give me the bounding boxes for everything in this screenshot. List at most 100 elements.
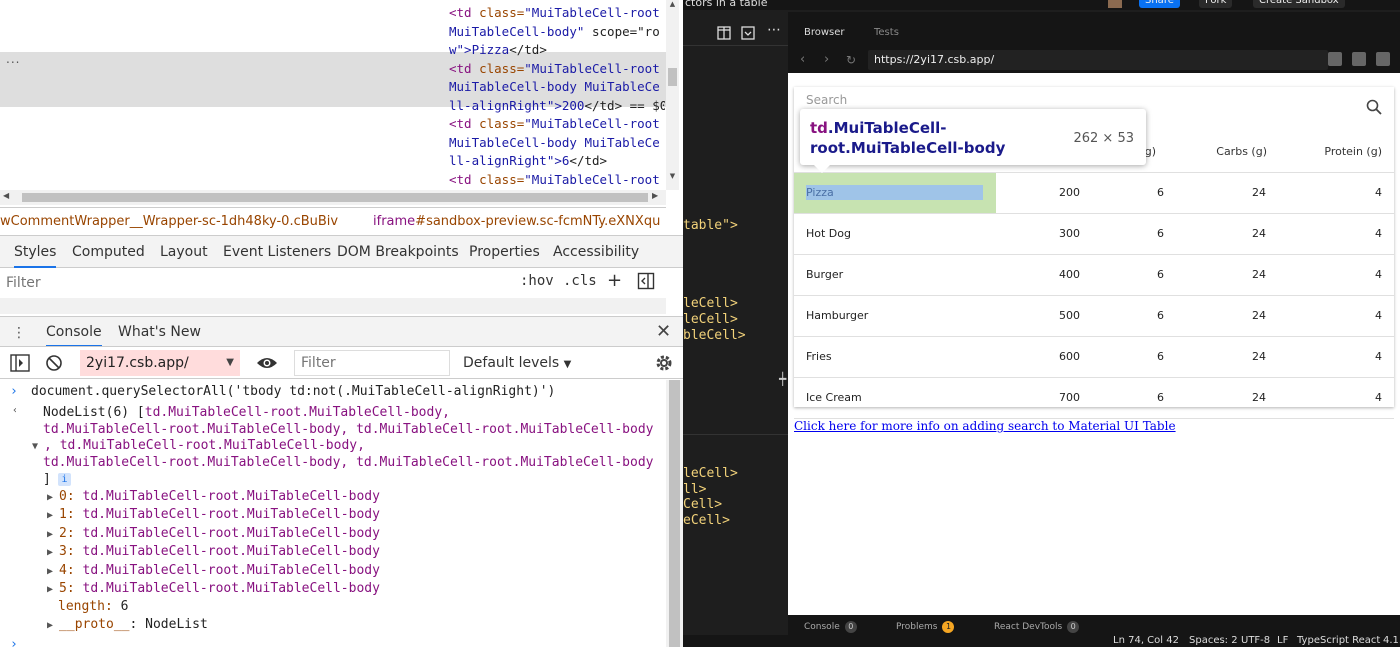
log-levels-dropdown[interactable]: Default levels ▼: [463, 350, 571, 376]
indentation[interactable]: Spaces: 2: [1189, 635, 1238, 647]
info-link[interactable]: Click here for more info on adding searc…: [794, 419, 1176, 433]
tab-styles[interactable]: Styles: [14, 236, 57, 268]
dom-node-line[interactable]: MuiTableCell-body" scope="ro: [449, 23, 665, 42]
create-sandbox-button[interactable]: Create Sandbox: [1253, 0, 1345, 8]
table-row[interactable]: Burger 400 6 24 4: [794, 255, 1394, 296]
fullscreen-icon[interactable]: [1376, 52, 1390, 66]
dom-node-line[interactable]: w">Pizza</td>: [449, 41, 665, 60]
dom-node-line[interactable]: <td class="MuiTableCell-root: [449, 4, 665, 23]
table-row[interactable]: Ice Cream 700 6 24 4: [794, 378, 1394, 419]
clear-console-icon[interactable]: [45, 354, 63, 376]
footer-problems-tab[interactable]: Problems 1: [896, 621, 955, 633]
context-select[interactable]: 2yi17.csb.app/ ▼: [80, 350, 240, 376]
styles-filter-input[interactable]: [6, 272, 506, 294]
tab-browser[interactable]: Browser: [804, 27, 845, 38]
line-ending[interactable]: LF: [1277, 635, 1288, 647]
language-mode[interactable]: TypeScript React: [1297, 635, 1380, 647]
selected-node-dots[interactable]: ...: [6, 52, 20, 66]
back-icon[interactable]: ‹: [800, 52, 805, 67]
toggle-sidebar-icon[interactable]: [637, 272, 655, 294]
avatar[interactable]: [1108, 0, 1122, 8]
code-line[interactable]: leCell>: [683, 312, 738, 327]
breadcrumb-item-wrapper[interactable]: wCommentWrapper__Wrapper-sc-1dh48ky-0.cB…: [0, 208, 338, 235]
eye-icon[interactable]: [256, 354, 278, 376]
dom-node-line[interactable]: <td class="MuiTableCell-root: [449, 171, 665, 190]
cursor-position[interactable]: Ln 74, Col 42: [1113, 635, 1179, 647]
open-new-window-icon[interactable]: [1352, 52, 1366, 66]
scroll-thumb[interactable]: [668, 68, 677, 86]
scroll-thumb[interactable]: [669, 380, 680, 647]
dom-node-line[interactable]: MuiTableCell-body MuiTableCe: [449, 134, 665, 153]
scroll-right-arrow-icon[interactable]: ▶: [652, 191, 658, 200]
table-row[interactable]: Pizza 200 6 24 4: [794, 173, 1394, 214]
code-line[interactable]: table">: [683, 218, 738, 233]
close-drawer-icon[interactable]: ✕: [656, 321, 671, 342]
tab-layout[interactable]: Layout: [160, 236, 208, 268]
code-line[interactable]: leCell>: [683, 296, 738, 311]
share-button[interactable]: Share: [1139, 0, 1180, 8]
elements-horizontal-scrollbar[interactable]: ◀ ▶: [0, 190, 666, 205]
show-sidebar-icon[interactable]: [10, 354, 30, 376]
column-header-protein[interactable]: Protein (g): [1324, 145, 1382, 158]
devtools-toggle-icon[interactable]: [1328, 52, 1342, 66]
search-input[interactable]: Search: [806, 93, 847, 107]
column-header-carbs[interactable]: Carbs (g): [1216, 145, 1267, 158]
drawer-menu-icon[interactable]: ⋮: [12, 325, 26, 341]
code-line[interactable]: Cell>: [683, 497, 722, 512]
table-row[interactable]: Hamburger 500 6 24 4: [794, 296, 1394, 337]
encoding[interactable]: UTF-8: [1241, 635, 1270, 647]
dom-token: scope="ro: [584, 23, 660, 39]
console-filter-field[interactable]: [294, 350, 450, 376]
dom-token: <td: [449, 116, 472, 131]
code-line[interactable]: eCell>: [683, 513, 730, 528]
tab-properties[interactable]: Properties: [469, 236, 540, 268]
tab-whats-new[interactable]: What's New: [118, 317, 201, 347]
hov-button[interactable]: :hov: [520, 273, 554, 289]
scroll-up-arrow-icon[interactable]: ▲: [666, 0, 679, 12]
ts-version[interactable]: 4.1.2: [1383, 635, 1400, 647]
count-badge: 0: [1067, 621, 1080, 633]
code-line[interactable]: bleCell>: [683, 328, 746, 343]
search-icon[interactable]: [1366, 99, 1382, 119]
console-filter-input[interactable]: [295, 351, 449, 375]
dom-node-line[interactable]: <td class="MuiTableCell-root: [449, 115, 665, 134]
footer-react-devtools-tab[interactable]: React DevTools 0: [994, 621, 1080, 633]
preview-icon[interactable]: [741, 26, 755, 44]
forward-icon[interactable]: ›: [824, 52, 829, 67]
tab-computed[interactable]: Computed: [72, 236, 145, 268]
gear-icon[interactable]: [654, 353, 674, 377]
url-input[interactable]: https://2yi17.csb.app/: [868, 50, 1328, 70]
fork-button[interactable]: Fork: [1199, 0, 1233, 8]
console-scrollbar[interactable]: [666, 380, 683, 647]
styles-scrollbar[interactable]: [0, 298, 666, 314]
table-row[interactable]: Hot Dog 300 6 24 4: [794, 214, 1394, 255]
tab-event-listeners[interactable]: Event Listeners: [223, 236, 331, 268]
scroll-left-arrow-icon[interactable]: ◀: [3, 191, 9, 200]
dom-node-line[interactable]: <td class="MuiTableCell-root: [449, 60, 665, 79]
cell-fat: 6: [1157, 391, 1164, 404]
tab-tests[interactable]: Tests: [874, 27, 899, 38]
scroll-down-arrow-icon[interactable]: ▼: [666, 172, 679, 184]
dom-node-line[interactable]: ll-alignRight">6</td>: [449, 152, 665, 171]
dom-node-line[interactable]: ll-alignRight">200</td> == $0: [449, 97, 665, 116]
new-style-rule-button[interactable]: +: [607, 270, 622, 291]
info-icon[interactable]: i: [58, 473, 71, 486]
dom-token: w">Pizza: [449, 42, 510, 57]
scroll-thumb[interactable]: [22, 193, 648, 202]
console-token: [348, 455, 356, 470]
refresh-icon[interactable]: ↻: [846, 53, 856, 67]
footer-console-tab[interactable]: Console 0: [804, 621, 857, 633]
code-line[interactable]: ll>: [683, 482, 706, 497]
dom-node-line[interactable]: MuiTableCell-body MuiTableCe: [449, 78, 665, 97]
code-line[interactable]: leCell>: [683, 466, 738, 481]
breadcrumb-item-iframe[interactable]: iframe#sandbox-preview.sc-fcmNTy.eXNXqu: [373, 208, 660, 235]
tab-dom-breakpoints[interactable]: DOM Breakpoints: [337, 236, 459, 268]
tooltip-notch: [814, 165, 830, 173]
tab-console[interactable]: Console: [46, 317, 102, 347]
elements-vertical-scrollbar[interactable]: ▲ ▼: [666, 0, 679, 190]
table-row[interactable]: Fries 600 6 24 4: [794, 337, 1394, 378]
split-editor-icon[interactable]: [717, 26, 731, 44]
cls-button[interactable]: .cls: [563, 273, 597, 289]
more-options-icon[interactable]: ⋯: [767, 22, 781, 38]
tab-accessibility[interactable]: Accessibility: [553, 236, 639, 268]
